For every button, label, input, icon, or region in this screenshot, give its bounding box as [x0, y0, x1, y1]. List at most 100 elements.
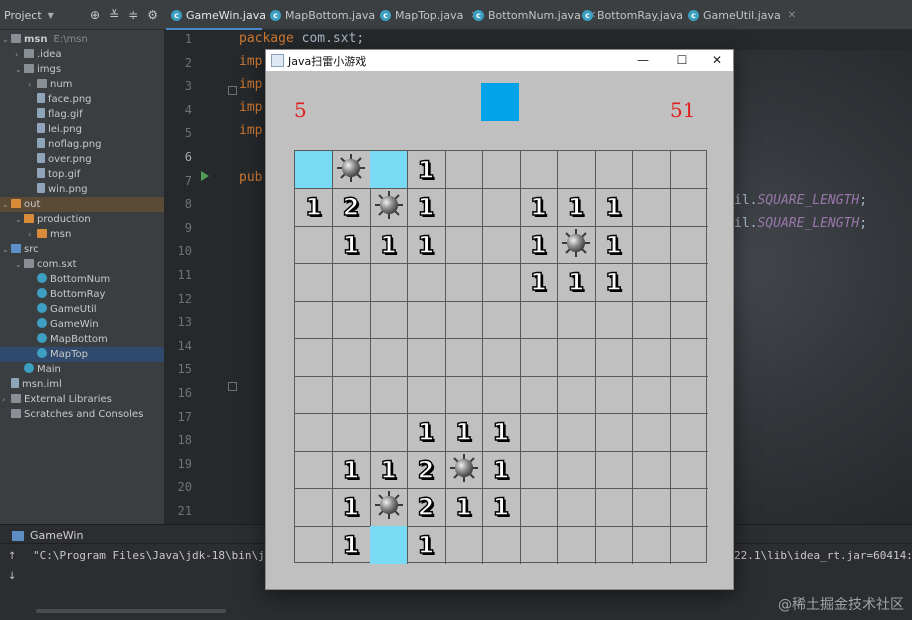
empty-cell[interactable] — [407, 376, 446, 414]
tree-item-maptop[interactable]: MapTop — [0, 347, 164, 362]
empty-cell[interactable] — [595, 338, 633, 377]
empty-cell[interactable] — [445, 526, 483, 564]
empty-cell[interactable] — [370, 338, 408, 377]
empty-cell[interactable] — [557, 151, 596, 189]
empty-cell[interactable] — [670, 339, 708, 377]
empty-cell[interactable] — [595, 376, 633, 414]
empty-cell[interactable] — [520, 151, 558, 189]
tree-item-msn-iml[interactable]: msn.iml — [0, 377, 164, 392]
minimize-button[interactable]: — — [625, 50, 661, 71]
number-cell[interactable]: 1 — [557, 188, 596, 227]
number-cell[interactable]: 1 — [520, 226, 558, 264]
run-gutter-icon[interactable] — [201, 171, 209, 181]
tree-item-gameutil[interactable]: GameUtil — [0, 302, 164, 317]
tree-item-num[interactable]: › num — [0, 77, 164, 92]
empty-cell[interactable] — [295, 413, 333, 452]
empty-cell[interactable] — [670, 151, 708, 189]
empty-cell[interactable] — [295, 451, 333, 489]
empty-cell[interactable] — [482, 338, 521, 377]
empty-cell[interactable] — [445, 376, 483, 414]
empty-cell[interactable] — [632, 151, 671, 189]
tree-item-src[interactable]: ⌄ src — [0, 242, 164, 257]
tab-maptop[interactable]: cMapTop.java✕ — [380, 5, 479, 25]
target-icon[interactable]: ⊕ — [90, 8, 100, 22]
empty-cell[interactable] — [557, 488, 596, 527]
empty-cell[interactable] — [332, 413, 371, 452]
empty-cell[interactable] — [295, 226, 333, 264]
number-cell[interactable]: 1 — [557, 263, 596, 302]
minefield-grid[interactable]: 1121111111111111111121121111 — [294, 150, 708, 564]
empty-cell[interactable] — [445, 301, 483, 339]
empty-cell[interactable] — [482, 263, 521, 302]
mine-cell[interactable] — [557, 226, 596, 264]
chevron-down-icon[interactable]: ▼ — [48, 11, 54, 20]
empty-cell[interactable] — [632, 376, 671, 414]
empty-cell[interactable] — [670, 264, 708, 302]
empty-cell[interactable] — [445, 226, 483, 264]
empty-cell[interactable] — [633, 526, 671, 564]
tree-item-win-png[interactable]: win.png — [0, 182, 164, 197]
chevron-down-icon[interactable]: ⌄ — [2, 197, 11, 212]
number-cell[interactable]: 1 — [408, 526, 446, 564]
collapse-icon[interactable]: ≚ — [109, 8, 119, 22]
empty-cell[interactable] — [558, 526, 596, 564]
number-cell[interactable]: 1 — [407, 413, 446, 452]
empty-cell[interactable] — [370, 413, 408, 452]
flagged-cell[interactable] — [295, 151, 333, 189]
empty-cell[interactable] — [670, 489, 708, 527]
chevron-right-icon[interactable]: › — [28, 77, 37, 92]
empty-cell[interactable] — [670, 414, 708, 452]
number-cell[interactable]: 1 — [407, 188, 446, 227]
tree-item-out[interactable]: ⌄ out — [0, 197, 164, 212]
empty-cell[interactable] — [557, 376, 596, 414]
empty-cell[interactable] — [595, 151, 633, 189]
options-icon[interactable]: ≑ — [128, 8, 138, 22]
tab-bottomnum[interactable]: cBottomNum.java✕ — [473, 5, 596, 25]
number-cell[interactable]: 1 — [332, 451, 371, 489]
number-cell[interactable]: 1 — [445, 413, 483, 452]
empty-cell[interactable] — [483, 526, 521, 564]
tab-bottomray[interactable]: cBottomRay.java✕ — [582, 5, 698, 25]
tree-item-over-png[interactable]: over.png — [0, 152, 164, 167]
empty-cell[interactable] — [445, 338, 483, 377]
empty-cell[interactable] — [295, 526, 333, 564]
close-button[interactable]: ✕ — [699, 50, 735, 71]
chevron-down-icon[interactable]: ⌄ — [2, 32, 11, 47]
tree-item-mapbottom[interactable]: MapBottom — [0, 332, 164, 347]
tree-item-msn[interactable]: › msn — [0, 227, 164, 242]
empty-cell[interactable] — [595, 488, 633, 527]
empty-cell[interactable] — [370, 376, 408, 414]
empty-cell[interactable] — [407, 338, 446, 377]
empty-cell[interactable] — [670, 376, 708, 414]
empty-cell[interactable] — [407, 263, 446, 302]
tree-item-bottomray[interactable]: BottomRay — [0, 287, 164, 302]
empty-cell[interactable] — [557, 338, 596, 377]
tree-item-gamewin[interactable]: GameWin — [0, 317, 164, 332]
number-cell[interactable]: 2 — [332, 188, 371, 227]
tree-item-scratches-and-consoles[interactable]: Scratches and Consoles — [0, 407, 164, 422]
empty-cell[interactable] — [370, 301, 408, 339]
empty-cell[interactable] — [670, 301, 708, 339]
empty-cell[interactable] — [557, 301, 596, 339]
tree-item-flag-gif[interactable]: flag.gif — [0, 107, 164, 122]
number-cell[interactable]: 2 — [407, 488, 446, 527]
number-cell[interactable]: 1 — [482, 451, 521, 489]
tree-item-top-gif[interactable]: top.gif — [0, 167, 164, 182]
tree-item-bottomnum[interactable]: BottomNum — [0, 272, 164, 287]
tree-item-imgs[interactable]: ⌄ imgs — [0, 62, 164, 77]
number-cell[interactable]: 1 — [482, 488, 521, 527]
run-tab[interactable]: GameWin — [12, 529, 83, 542]
chevron-down-icon[interactable]: ⌄ — [15, 62, 24, 77]
number-cell[interactable]: 1 — [407, 226, 446, 264]
number-cell[interactable]: 1 — [333, 526, 371, 564]
project-label[interactable]: Project — [4, 9, 42, 22]
empty-cell[interactable] — [445, 263, 483, 302]
empty-cell[interactable] — [482, 376, 521, 414]
empty-cell[interactable] — [445, 151, 483, 189]
empty-cell[interactable] — [595, 451, 633, 489]
empty-cell[interactable] — [670, 226, 708, 264]
number-cell[interactable]: 1 — [482, 413, 521, 452]
horizontal-scrollbar[interactable] — [36, 609, 226, 613]
empty-cell[interactable] — [632, 188, 671, 227]
number-cell[interactable]: 1 — [370, 226, 408, 264]
